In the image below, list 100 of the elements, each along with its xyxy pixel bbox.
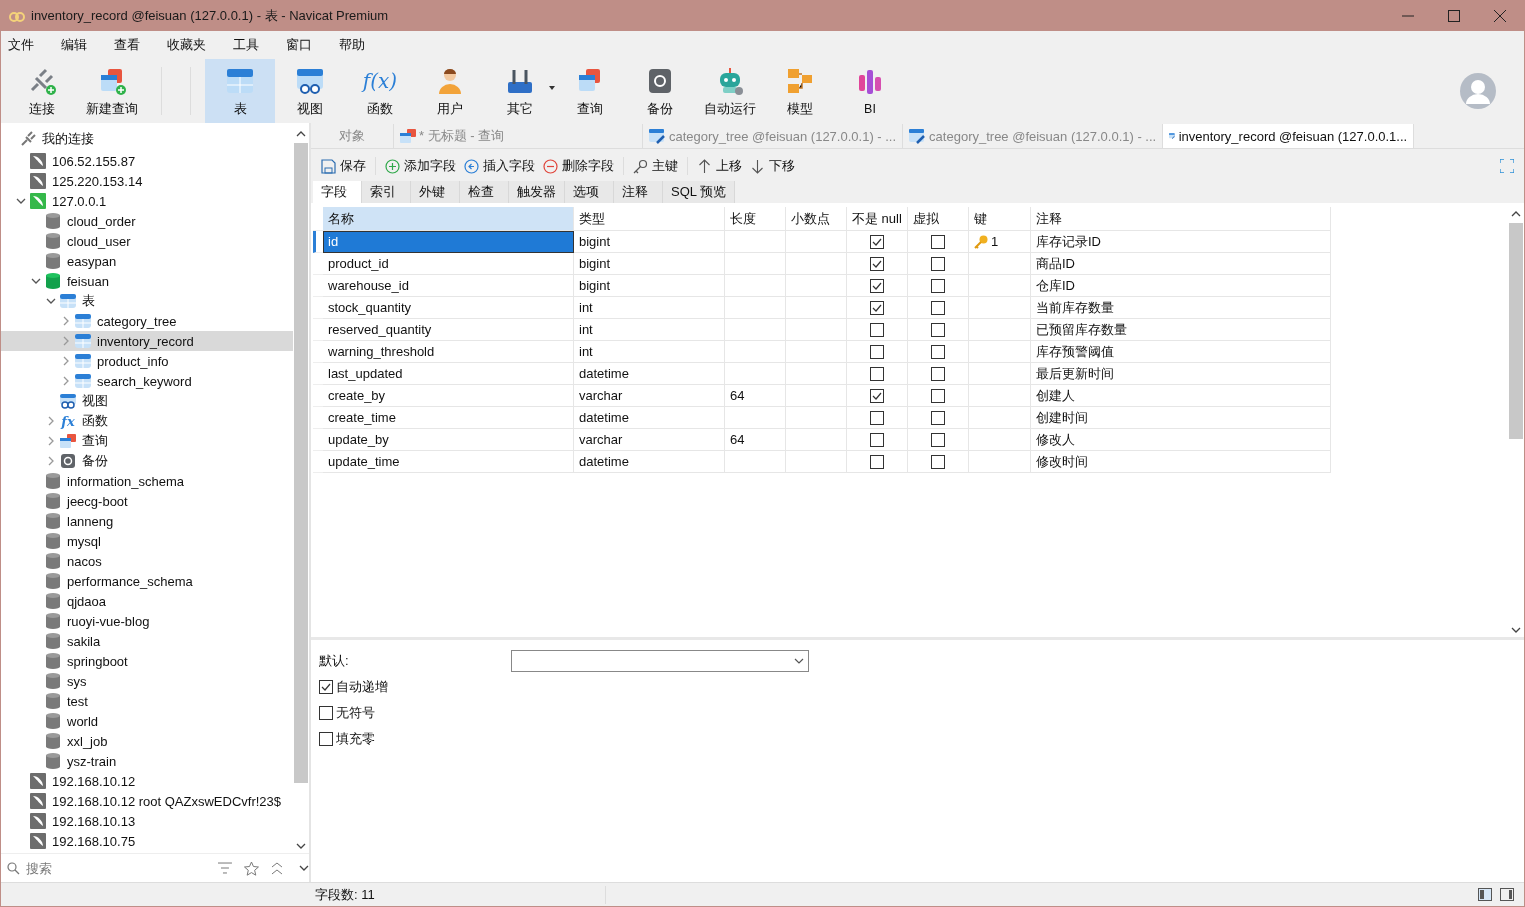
layout-icon[interactable] bbox=[1500, 888, 1514, 901]
checkbox[interactable] bbox=[931, 234, 945, 249]
column-header[interactable]: 名称 bbox=[323, 207, 574, 231]
tree-item[interactable]: 查询 bbox=[1, 431, 293, 451]
chevron-right-icon[interactable] bbox=[63, 376, 69, 386]
toolbar-button[interactable]: 备份 bbox=[625, 59, 695, 123]
tree-item[interactable]: 127.0.0.1 bbox=[1, 191, 293, 211]
tree-item[interactable]: nacos bbox=[1, 551, 293, 571]
checkbox[interactable] bbox=[870, 454, 884, 469]
tab[interactable]: 注释 bbox=[614, 181, 663, 203]
scroll-up-icon[interactable] bbox=[1511, 211, 1521, 217]
tree-item[interactable]: jeecg-boot bbox=[1, 491, 293, 511]
chevron-right-icon[interactable] bbox=[48, 416, 54, 426]
tree-item[interactable]: mysql bbox=[1, 531, 293, 551]
scroll-up-icon[interactable] bbox=[296, 131, 306, 137]
toolbar-button[interactable]: 上移 bbox=[693, 155, 746, 177]
menu-item[interactable]: 窗口 bbox=[279, 36, 323, 54]
toolbar-button[interactable]: 表 bbox=[205, 59, 275, 123]
tree-item[interactable]: product_info bbox=[1, 351, 293, 371]
column-header[interactable]: 键 bbox=[969, 207, 1031, 231]
table-cell[interactable]: last_updated bbox=[323, 363, 574, 385]
checkbox[interactable] bbox=[931, 410, 945, 425]
tree-item[interactable]: 192.168.10.13 bbox=[1, 811, 293, 831]
column-header[interactable]: 不是 null bbox=[847, 207, 908, 231]
column-header[interactable]: 虚拟 bbox=[908, 207, 969, 231]
collapse-icon[interactable] bbox=[271, 861, 284, 875]
tab[interactable]: 检查 bbox=[460, 181, 509, 203]
scroll-down-icon[interactable] bbox=[296, 843, 306, 849]
checkbox[interactable] bbox=[931, 300, 945, 315]
tree-item[interactable]: 192.168.10.75 bbox=[1, 831, 293, 851]
checkbox[interactable] bbox=[870, 432, 884, 447]
tree-item[interactable]: 192.168.10.12 root QAZxswEDCvfr!23$ bbox=[1, 791, 293, 811]
tree-item[interactable]: ruoyi-vue-blog bbox=[1, 611, 293, 631]
toolbar-button[interactable]: 查询 bbox=[555, 59, 625, 123]
toolbar-button[interactable]: f(x) 函数 bbox=[345, 59, 415, 123]
checkbox[interactable] bbox=[931, 256, 945, 271]
tree-item[interactable]: xxl_job bbox=[1, 731, 293, 751]
column-header[interactable]: 小数点 bbox=[786, 207, 847, 231]
layout-icon[interactable] bbox=[1478, 888, 1492, 901]
chevron-down-icon[interactable] bbox=[46, 298, 56, 304]
default-dropdown[interactable] bbox=[511, 650, 809, 672]
tree-item[interactable]: 视图 bbox=[1, 391, 293, 411]
chevron-down-icon[interactable] bbox=[16, 198, 26, 204]
tree-item[interactable]: 我的连接 bbox=[1, 127, 293, 151]
menu-item[interactable]: 文件 bbox=[1, 36, 45, 54]
toolbar-button[interactable]: 模型 bbox=[765, 59, 835, 123]
tree-item[interactable]: cloud_user bbox=[1, 231, 293, 251]
tree-item[interactable]: category_tree bbox=[1, 311, 293, 331]
menu-item[interactable]: 帮助 bbox=[332, 36, 376, 54]
chevron-right-icon[interactable] bbox=[48, 436, 54, 446]
checkbox[interactable] bbox=[870, 300, 884, 315]
toolbar-button[interactable]: 自动运行 bbox=[695, 59, 765, 123]
document-tab[interactable]: inventory_record @feisuan (127.0.0.1... bbox=[1163, 124, 1415, 148]
checkbox[interactable] bbox=[319, 680, 333, 694]
tree-item[interactable]: lanneng bbox=[1, 511, 293, 531]
toolbar-button[interactable]: 添加字段 bbox=[381, 155, 460, 177]
menu-item[interactable]: 工具 bbox=[226, 36, 270, 54]
toolbar-button[interactable]: 主键 bbox=[629, 155, 682, 177]
scroll-down-icon[interactable] bbox=[1511, 627, 1521, 633]
table-cell[interactable]: update_time bbox=[323, 451, 574, 473]
tree-item[interactable]: cloud_order bbox=[1, 211, 293, 231]
checkbox[interactable] bbox=[931, 454, 945, 469]
table-cell[interactable]: reserved_quantity bbox=[323, 319, 574, 341]
tree-item[interactable]: world bbox=[1, 711, 293, 731]
scrollbar-thumb[interactable] bbox=[1509, 223, 1523, 439]
toolbar-button[interactable]: BI bbox=[835, 59, 905, 123]
tab[interactable]: SQL 预览 bbox=[663, 181, 736, 203]
scroll-down-icon[interactable] bbox=[299, 865, 309, 871]
scrollbar-thumb[interactable] bbox=[294, 143, 308, 783]
toolbar-button[interactable]: 视图 bbox=[275, 59, 345, 123]
toolbar-button[interactable]: 下移 bbox=[746, 155, 799, 177]
table-cell[interactable]: id bbox=[323, 231, 574, 253]
tab[interactable]: 触发器 bbox=[509, 181, 565, 203]
checkbox[interactable] bbox=[319, 706, 333, 720]
chevron-right-icon[interactable] bbox=[63, 316, 69, 326]
tab[interactable]: 索引 bbox=[362, 181, 411, 203]
tree-item[interactable]: 表 bbox=[1, 291, 293, 311]
toolbar-button[interactable]: 其它 bbox=[485, 59, 555, 123]
tree-item[interactable]: 106.52.155.87 bbox=[1, 151, 293, 171]
tree-item[interactable]: inventory_record bbox=[1, 331, 293, 351]
tree-item[interactable]: springboot bbox=[1, 651, 293, 671]
tree-item[interactable]: ysz-train bbox=[1, 751, 293, 771]
table-cell[interactable]: product_id bbox=[323, 253, 574, 275]
checkbox[interactable] bbox=[931, 432, 945, 447]
checkbox[interactable] bbox=[870, 322, 884, 337]
toolbar-button[interactable]: 新建查询 bbox=[77, 59, 147, 123]
checkbox[interactable] bbox=[870, 410, 884, 425]
tree-item[interactable]: 192.168.10.12 bbox=[1, 771, 293, 791]
menu-item[interactable]: 编辑 bbox=[54, 36, 98, 54]
menu-item[interactable]: 查看 bbox=[107, 36, 151, 54]
checkbox[interactable] bbox=[870, 234, 884, 249]
column-header[interactable]: 类型 bbox=[574, 207, 725, 231]
tree-item[interactable]: feisuan bbox=[1, 271, 293, 291]
search-field[interactable]: 搜索 bbox=[24, 859, 198, 877]
checkbox[interactable] bbox=[319, 732, 333, 746]
toolbar-button[interactable]: 用户 bbox=[415, 59, 485, 123]
tree-item[interactable]: test bbox=[1, 691, 293, 711]
star-icon[interactable] bbox=[244, 860, 260, 876]
table-cell[interactable]: stock_quantity bbox=[323, 297, 574, 319]
tree-item[interactable]: fx 函数 bbox=[1, 411, 293, 431]
